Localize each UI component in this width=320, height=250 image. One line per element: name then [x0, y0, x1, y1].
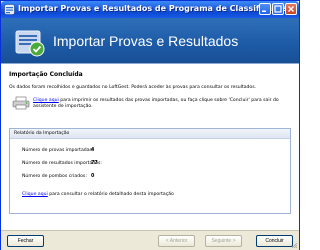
next-button[interactable]: Seguinte > [205, 235, 242, 247]
button-bar: Fechar < Anterior Seguinte > Concluir [1, 230, 299, 250]
stat-label-provas: Número de provas importadas: [22, 148, 94, 153]
report-footer: Clique aqui para consultar o relatório d… [22, 192, 174, 197]
detailed-report-text: para consultar o relatório detalhado des… [47, 192, 174, 197]
maximize-button[interactable] [272, 3, 284, 15]
stat-label-pombos: Número de pombos criados: [22, 174, 87, 179]
resize-grip-icon[interactable] [291, 242, 298, 249]
report-header: Relatório da Importação [10, 129, 290, 139]
detailed-report-link[interactable]: Clique aqui [22, 192, 48, 197]
minimize-icon [262, 10, 266, 12]
wizard-content: Importação Concluída Os dados foram reco… [1, 64, 299, 230]
window-title: Importar Provas e Resultados de Programa… [18, 4, 293, 13]
import-wizard-icon [15, 30, 45, 57]
banner-title: Importar Provas e Resultados [53, 33, 239, 49]
print-instructions-text: para imprimir os resultados das provas i… [33, 98, 279, 109]
completion-description: Os dados foram recolhidos e guardados no… [9, 85, 257, 90]
title-bar[interactable]: Importar Provas e Resultados de Programa… [1, 1, 299, 18]
finish-button[interactable]: Concluir [256, 235, 293, 247]
stat-value-pombos: 0 [91, 174, 95, 179]
print-instructions: Clique aqui para imprimir os resultados … [33, 98, 293, 110]
section-title: Importação Concluída [9, 71, 83, 78]
wizard-banner: Importar Provas e Resultados [1, 18, 299, 64]
minimize-button[interactable] [259, 3, 271, 15]
report-header-label: Relatório da Importação [14, 131, 70, 136]
stat-value-provas: 4 [91, 148, 95, 153]
maximize-icon [274, 5, 282, 13]
stat-label-resultados: Número de resultados importados: [22, 161, 102, 166]
close-icon [288, 6, 294, 12]
wizard-window: Importar Provas e Resultados de Programa… [0, 0, 300, 250]
previous-button[interactable]: < Anterior [158, 235, 195, 247]
print-results-link[interactable]: Clique aqui [33, 98, 59, 103]
stat-value-resultados: 77 [91, 161, 98, 166]
import-report-panel: Relatório da Importação Número de provas… [9, 128, 291, 214]
close-button[interactable]: Fechar [7, 235, 44, 247]
close-window-button[interactable] [285, 3, 297, 15]
printer-icon [12, 96, 30, 110]
app-icon [4, 4, 15, 15]
